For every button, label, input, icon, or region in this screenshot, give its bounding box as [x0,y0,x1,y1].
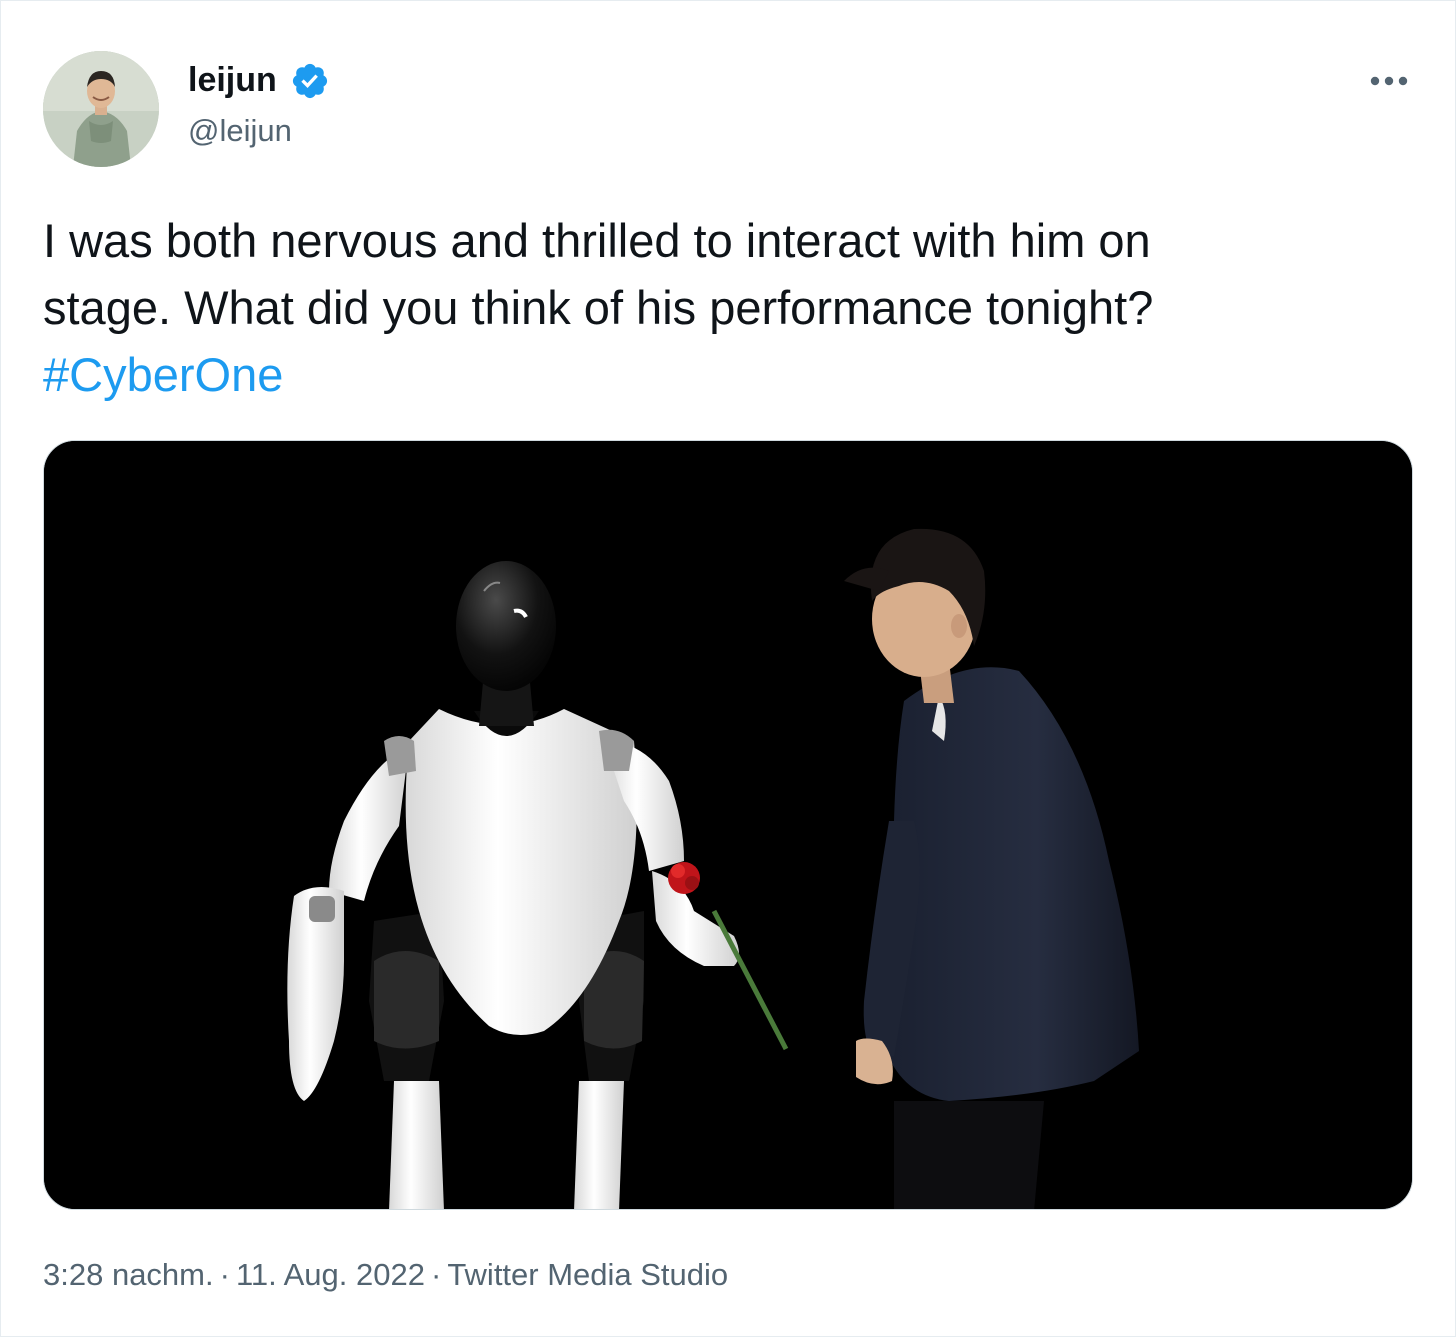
more-dots-icon [1370,76,1408,86]
tweet-text-line-1: I was both nervous and thrilled to inter… [43,214,1151,267]
avatar[interactable] [43,51,159,167]
tweet-card: leijun @leijun I was both nervous and th… [0,0,1456,1337]
avatar-image [43,51,159,167]
author-name[interactable]: leijun [188,59,277,101]
tweet-date[interactable]: 11. Aug. 2022 [236,1257,425,1292]
tweet-text: I was both nervous and thrilled to inter… [43,207,1423,408]
tweet-text-line-2: stage. What did you think of his perform… [43,281,1154,334]
tweet-meta: 3:28 nachm. · 11. Aug. 2022 · Twitter Media … [43,1253,728,1297]
more-options-button[interactable] [1361,59,1417,103]
meta-separator-2: · [430,1257,442,1292]
author-handle[interactable]: @leijun [188,111,292,151]
verified-badge-icon [292,63,328,99]
tweet-source[interactable]: Twitter Media Studio [447,1257,728,1292]
tweet-media[interactable] [43,440,1413,1210]
meta-separator: · [219,1257,230,1292]
tweet-time[interactable]: 3:28 nachm. [43,1257,214,1292]
hashtag-link[interactable]: #CyberOne [43,348,283,401]
media-image [44,441,1412,1209]
